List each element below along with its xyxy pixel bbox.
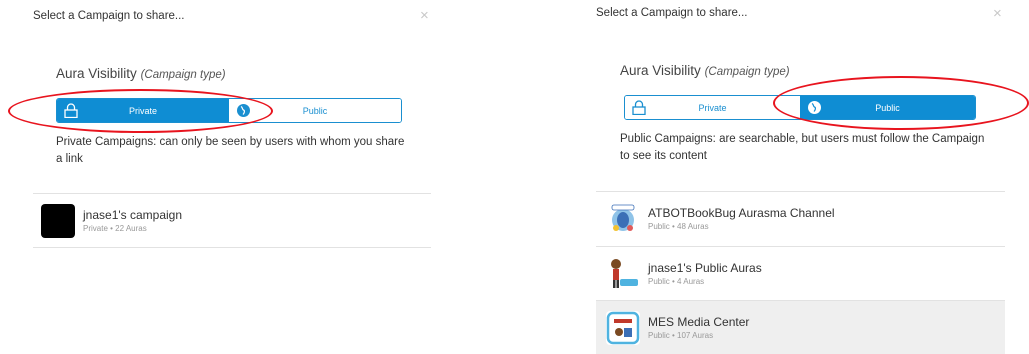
private-label: Private	[698, 102, 727, 113]
public-option[interactable]: Public	[229, 99, 401, 122]
visibility-section-title: Aura Visibility (Campaign type)	[620, 63, 790, 78]
private-label: Private	[128, 105, 157, 116]
visibility-section-title: Aura Visibility (Campaign type)	[56, 66, 226, 81]
campaign-row[interactable]: MES Media Center Public • 107 Auras	[596, 301, 1005, 354]
private-option[interactable]: Private	[57, 99, 229, 122]
visibility-toggle: Private Public	[624, 95, 976, 120]
lock-icon	[64, 103, 78, 120]
campaign-row[interactable]: jnase1's campaign Private • 22 Auras	[33, 194, 431, 247]
globe-icon	[236, 103, 251, 120]
campaign-meta: Public • 4 Auras	[648, 277, 705, 286]
globe-icon	[807, 100, 822, 117]
divider	[33, 247, 431, 248]
dialog-title: Select a Campaign to share...	[33, 10, 185, 22]
visibility-description: Public Campaigns: are searchable, but us…	[620, 133, 985, 162]
public-label: Public	[875, 102, 900, 113]
visibility-subtitle: (Campaign type)	[140, 69, 226, 81]
campaign-name: jnase1's Public Auras	[648, 261, 762, 275]
campaign-row[interactable]: ATBOTBookBug Aurasma Channel Public • 48…	[596, 192, 1005, 245]
campaign-name: jnase1's campaign	[83, 208, 183, 222]
campaign-thumbnail	[41, 203, 75, 238]
visibility-title: Aura Visibility	[620, 63, 701, 78]
close-icon[interactable]: ×	[993, 6, 1002, 21]
campaign-name: ATBOTBookBug Aurasma Channel	[648, 206, 835, 220]
campaign-meta: Public • 48 Auras	[648, 222, 709, 231]
bookbug-logo-icon	[606, 201, 640, 236]
public-option[interactable]: Public	[800, 96, 975, 119]
visibility-subtitle: (Campaign type)	[704, 66, 790, 78]
close-icon[interactable]: ×	[420, 8, 429, 23]
media-center-logo-icon	[606, 310, 640, 345]
private-option[interactable]: Private	[625, 96, 800, 119]
share-dialog-public: Select a Campaign to share... × Aura Vis…	[580, 0, 1029, 354]
visibility-title: Aura Visibility	[56, 66, 137, 81]
cartoon-figure-icon	[606, 256, 640, 291]
campaign-name: MES Media Center	[648, 315, 750, 329]
visibility-toggle: Private Public	[56, 98, 402, 123]
campaign-meta: Private • 22 Auras	[83, 224, 147, 233]
public-label: Public	[302, 105, 328, 116]
dialog-title: Select a Campaign to share...	[596, 7, 748, 19]
campaign-meta: Public • 107 Auras	[648, 331, 714, 340]
lock-icon	[632, 100, 646, 117]
share-dialog-private: Select a Campaign to share... × Aura Vis…	[0, 0, 460, 353]
campaign-row[interactable]: jnase1's Public Auras Public • 4 Auras	[596, 247, 1005, 300]
visibility-description: Private Campaigns: can only be seen by u…	[56, 136, 405, 165]
